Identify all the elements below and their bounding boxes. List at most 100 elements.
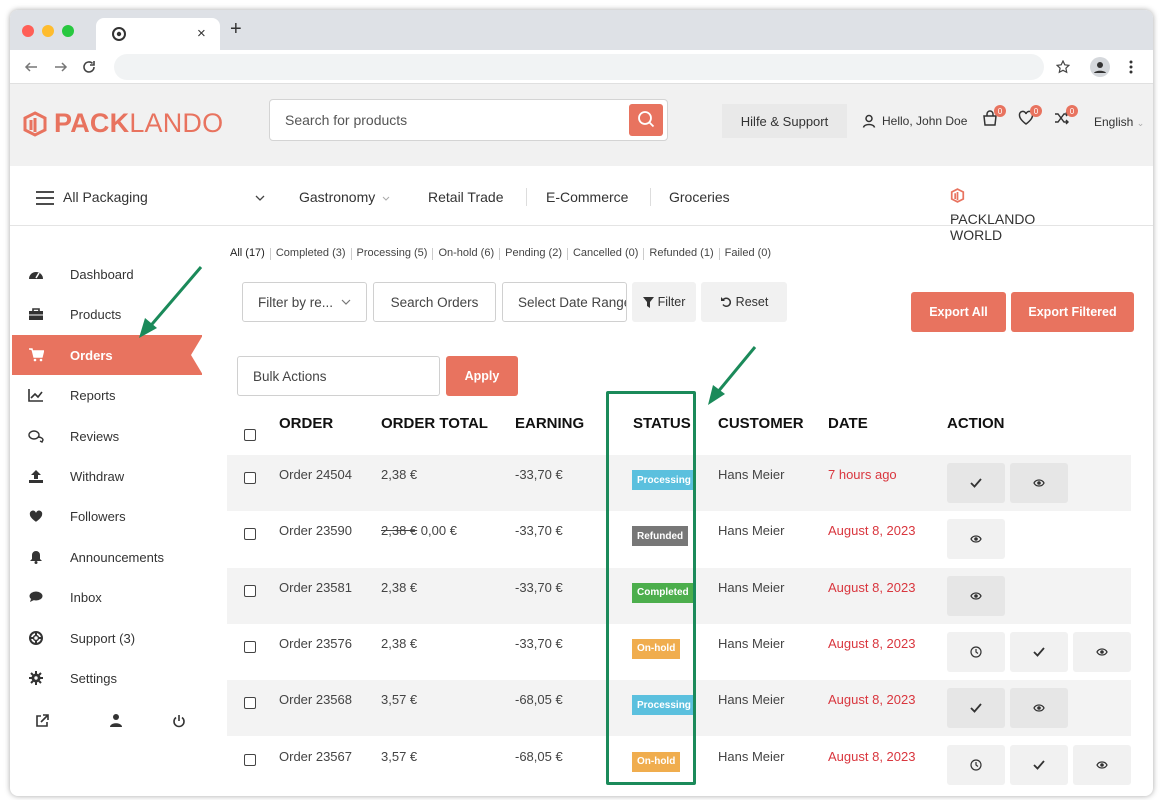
sidebar-item-announcements[interactable]: Announcements xyxy=(12,537,202,577)
apply-button[interactable]: Apply xyxy=(446,356,518,396)
export-all-button[interactable]: Export All xyxy=(911,292,1006,332)
sidebar-item-reports[interactable]: Reports xyxy=(12,375,202,415)
row-checkbox[interactable] xyxy=(244,472,256,484)
status-filter-link[interactable]: Completed (3) xyxy=(276,247,346,260)
column-header-customer[interactable]: CUSTOMER xyxy=(718,415,804,432)
select-all-checkbox[interactable] xyxy=(244,429,256,441)
wishlist-button[interactable]: 0 xyxy=(1018,105,1042,129)
row-checkbox[interactable] xyxy=(244,640,256,653)
packlando-world-link[interactable]: PACKLANDO WORLD ⌄ xyxy=(950,188,1035,243)
complete-order-button[interactable] xyxy=(947,463,1005,503)
row-checkbox[interactable] xyxy=(244,584,256,597)
category-e-commerce[interactable]: E-Commerce xyxy=(546,189,628,205)
view-order-button[interactable] xyxy=(947,575,1005,616)
customer-name: Hans Meier xyxy=(718,467,785,482)
current-total: 2,38 € xyxy=(381,579,418,595)
search-button[interactable] xyxy=(629,104,663,136)
status-filter-link[interactable]: Failed (0) xyxy=(725,247,771,260)
user-profile-icon[interactable] xyxy=(109,713,123,727)
new-tab-button[interactable]: + xyxy=(230,18,242,41)
back-arrow-icon[interactable] xyxy=(24,60,38,74)
status-filter-link[interactable]: All (17) xyxy=(230,247,265,260)
browser-menu-icon[interactable] xyxy=(1129,60,1133,74)
site-logo[interactable]: PACK LANDO xyxy=(22,108,223,139)
category-retail-trade[interactable]: Retail Trade xyxy=(428,189,503,205)
view-order-button[interactable] xyxy=(1010,688,1068,729)
forward-arrow-icon[interactable] xyxy=(54,60,68,74)
profile-avatar-icon[interactable] xyxy=(1090,57,1110,77)
status-filter-link[interactable]: Refunded (1) xyxy=(649,247,713,260)
view-order-button[interactable] xyxy=(1010,463,1068,503)
star-icon[interactable] xyxy=(1056,60,1070,74)
reset-button[interactable]: Reset xyxy=(701,282,787,322)
status-filter-link[interactable]: On-hold (6) xyxy=(438,247,494,260)
close-window-dot[interactable] xyxy=(22,25,34,37)
tab-close-icon[interactable]: × xyxy=(197,25,206,42)
export-filtered-button[interactable]: Export Filtered xyxy=(1011,292,1134,332)
help-support-button[interactable]: Hilfe & Support xyxy=(722,104,847,138)
status-filter-link[interactable]: Cancelled (0) xyxy=(573,247,638,260)
compare-count-badge: 0 xyxy=(1066,105,1078,117)
sidebar-item-products[interactable]: Products xyxy=(12,294,202,334)
sidebar-item-reviews[interactable]: Reviews xyxy=(12,416,202,456)
filter-button[interactable]: Filter xyxy=(632,282,696,322)
order-link[interactable]: Order 23568 xyxy=(279,692,352,707)
view-order-button[interactable] xyxy=(947,519,1005,560)
status-filter-link[interactable]: Processing (5) xyxy=(357,247,428,260)
column-header-order[interactable]: ORDER xyxy=(279,415,333,432)
column-header-action[interactable]: ACTION xyxy=(947,415,1005,432)
compare-button[interactable]: 0 xyxy=(1054,105,1078,129)
processing-order-button[interactable] xyxy=(947,744,1005,785)
processing-order-button[interactable] xyxy=(947,631,1005,672)
category-gastronomy[interactable]: Gastronomy xyxy=(299,189,375,205)
language-selector[interactable]: English ⌄ xyxy=(1094,115,1144,129)
complete-order-button[interactable] xyxy=(947,688,1005,729)
column-header-earning[interactable]: EARNING xyxy=(515,415,584,432)
column-header-order-total[interactable]: ORDER TOTAL xyxy=(381,415,488,432)
browser-tab[interactable]: × xyxy=(96,18,220,50)
order-link[interactable]: Order 23576 xyxy=(279,636,352,651)
view-order-button[interactable] xyxy=(1073,631,1131,672)
column-header-date[interactable]: DATE xyxy=(828,415,868,432)
filter-by-dropdown[interactable]: Filter by re... xyxy=(242,282,367,322)
bulk-actions-select[interactable]: Bulk Actions xyxy=(237,356,440,396)
sidebar-item-withdraw[interactable]: Withdraw xyxy=(12,456,202,496)
search-orders-input[interactable]: Search Orders xyxy=(373,282,496,322)
sidebar-item-support[interactable]: Support (3) xyxy=(12,618,202,658)
row-checkbox[interactable] xyxy=(244,697,256,710)
chevron-down-icon: ⌄ xyxy=(1136,118,1145,128)
sidebar-item-dashboard[interactable]: Dashboard xyxy=(12,254,202,294)
search-input[interactable] xyxy=(285,112,605,128)
reload-icon[interactable] xyxy=(82,60,96,74)
order-link[interactable]: Order 24504 xyxy=(279,467,352,482)
status-filter-link[interactable]: Pending (2) xyxy=(505,247,562,260)
order-link[interactable]: Order 23590 xyxy=(279,523,352,538)
row-checkbox[interactable] xyxy=(244,753,256,766)
gear-icon xyxy=(28,670,44,686)
sidebar-item-orders[interactable]: Orders xyxy=(12,335,203,375)
chevron-down-icon[interactable] xyxy=(255,195,265,201)
category-groceries[interactable]: Groceries xyxy=(669,189,730,205)
minimize-window-dot[interactable] xyxy=(42,25,54,37)
check-icon xyxy=(970,703,982,714)
column-header-status[interactable]: STATUS xyxy=(633,415,691,432)
maximize-window-dot[interactable] xyxy=(62,25,74,37)
external-link-icon[interactable] xyxy=(35,714,49,728)
complete-order-button[interactable] xyxy=(1010,744,1068,785)
hamburger-menu-icon[interactable] xyxy=(36,191,54,205)
sidebar-item-followers[interactable]: Followers xyxy=(12,496,202,536)
view-order-button[interactable] xyxy=(1073,744,1131,785)
date-range-input[interactable]: Select Date Range xyxy=(502,282,627,322)
sidebar-item-label: Orders xyxy=(70,347,113,363)
sidebar-item-settings[interactable]: Settings xyxy=(12,658,202,698)
complete-order-button[interactable] xyxy=(1010,631,1068,672)
power-icon[interactable] xyxy=(172,714,186,728)
address-bar[interactable] xyxy=(114,54,1044,80)
sidebar-item-inbox[interactable]: Inbox xyxy=(12,577,202,617)
row-checkbox[interactable] xyxy=(244,528,256,541)
order-link[interactable]: Order 23581 xyxy=(279,580,352,595)
cart-button[interactable]: 0 xyxy=(982,105,1006,129)
account-link[interactable]: Hello, John Doe xyxy=(862,114,967,128)
all-packaging-link[interactable]: All Packaging xyxy=(63,189,148,205)
order-link[interactable]: Order 23567 xyxy=(279,749,352,764)
